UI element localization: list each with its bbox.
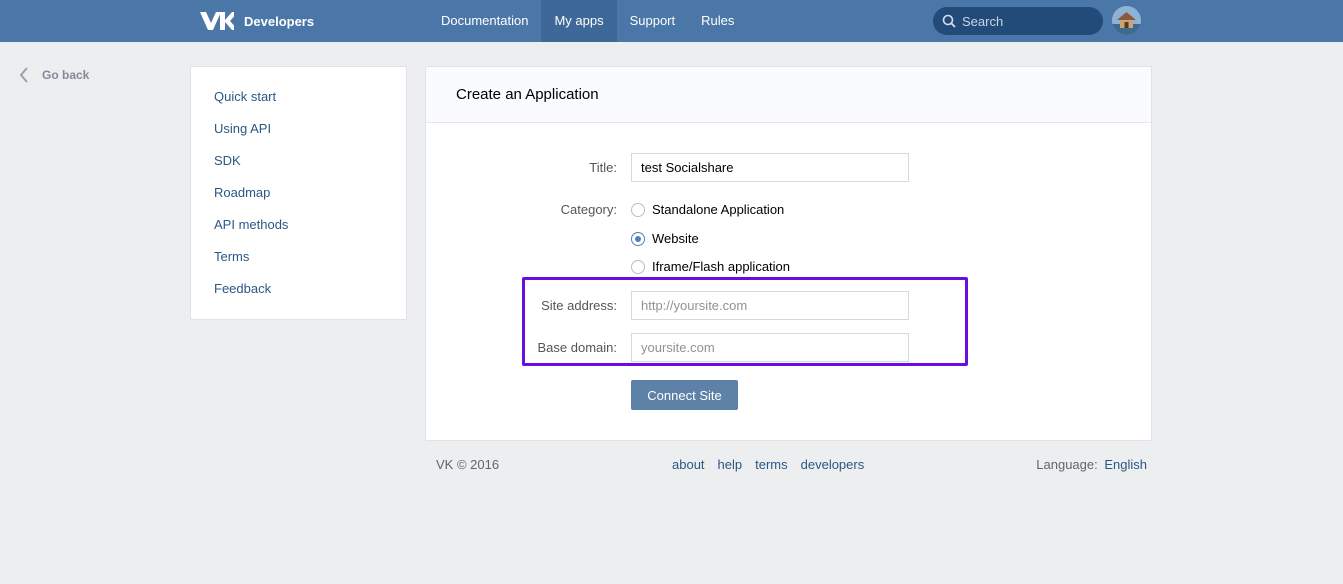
footer-link-terms[interactable]: terms [755,457,788,472]
category-option-label: Iframe/Flash application [652,259,791,274]
radio-standalone[interactable] [631,202,645,217]
category-label: Category: [560,202,617,217]
sidebar-item-terms[interactable]: Terms [191,241,406,273]
category-option-standalone[interactable]: Standalone Application [631,202,784,217]
footer-link-developers[interactable]: developers [801,457,865,472]
brand-logo[interactable]: Developers [200,9,314,33]
site-address-field[interactable] [631,291,909,320]
sidebar-item-quick-start[interactable]: Quick start [191,81,406,113]
nav-rules[interactable]: Rules [688,0,747,42]
page-title: Create an Application [426,67,1151,123]
top-header: Developers Documentation My apps Support… [0,0,1343,42]
radio-website[interactable] [631,231,645,246]
sidebar-item-feedback[interactable]: Feedback [191,273,406,305]
category-option-iframe[interactable]: Iframe/Flash application [631,259,790,274]
category-option-website[interactable]: Website [631,231,699,246]
create-app-card: Create an Application Title: Category: S… [425,66,1152,441]
category-option-label: Standalone Application [652,202,785,217]
footer-copyright: VK © 2016 [436,457,500,472]
language-label: Language: [1036,457,1098,472]
sidebar-item-roadmap[interactable]: Roadmap [191,177,406,209]
sidebar-item-using-api[interactable]: Using API [191,113,406,145]
radio-selected-dot [635,235,641,242]
search-icon [942,14,956,28]
vk-logo-icon [200,12,234,30]
connect-site-button[interactable]: Connect Site [631,380,738,410]
chevron-left-icon [19,67,28,83]
go-back-label: Go back [42,68,90,82]
nav-support[interactable]: Support [617,0,689,42]
footer-links: about help terms developers [672,457,864,472]
search-input[interactable] [962,13,1092,29]
title-field[interactable] [631,153,909,182]
user-avatar[interactable] [1112,6,1141,35]
footer-link-about[interactable]: about [672,457,705,472]
footer-link-help[interactable]: help [718,457,743,472]
title-label: Title: [589,160,617,175]
radio-iframe[interactable] [631,259,645,274]
go-back-link[interactable]: Go back [19,67,89,83]
category-option-label: Website [652,231,699,246]
base-domain-field[interactable] [631,333,909,362]
nav-my-apps[interactable]: My apps [541,0,617,42]
nav-documentation[interactable]: Documentation [428,0,541,42]
brand-name: Developers [244,13,315,29]
docs-sidebar: Quick start Using API SDK Roadmap API me… [190,66,407,320]
avatar-image [1112,6,1141,35]
search-box[interactable] [933,7,1103,35]
base-domain-label: Base domain: [537,340,618,355]
main-nav: Documentation My apps Support Rules [428,0,747,42]
site-address-label: Site address: [541,298,617,313]
language-selector[interactable]: English [1104,457,1147,472]
footer-language: Language: English [1036,457,1147,472]
sidebar-item-api-methods[interactable]: API methods [191,209,406,241]
sidebar-item-sdk[interactable]: SDK [191,145,406,177]
